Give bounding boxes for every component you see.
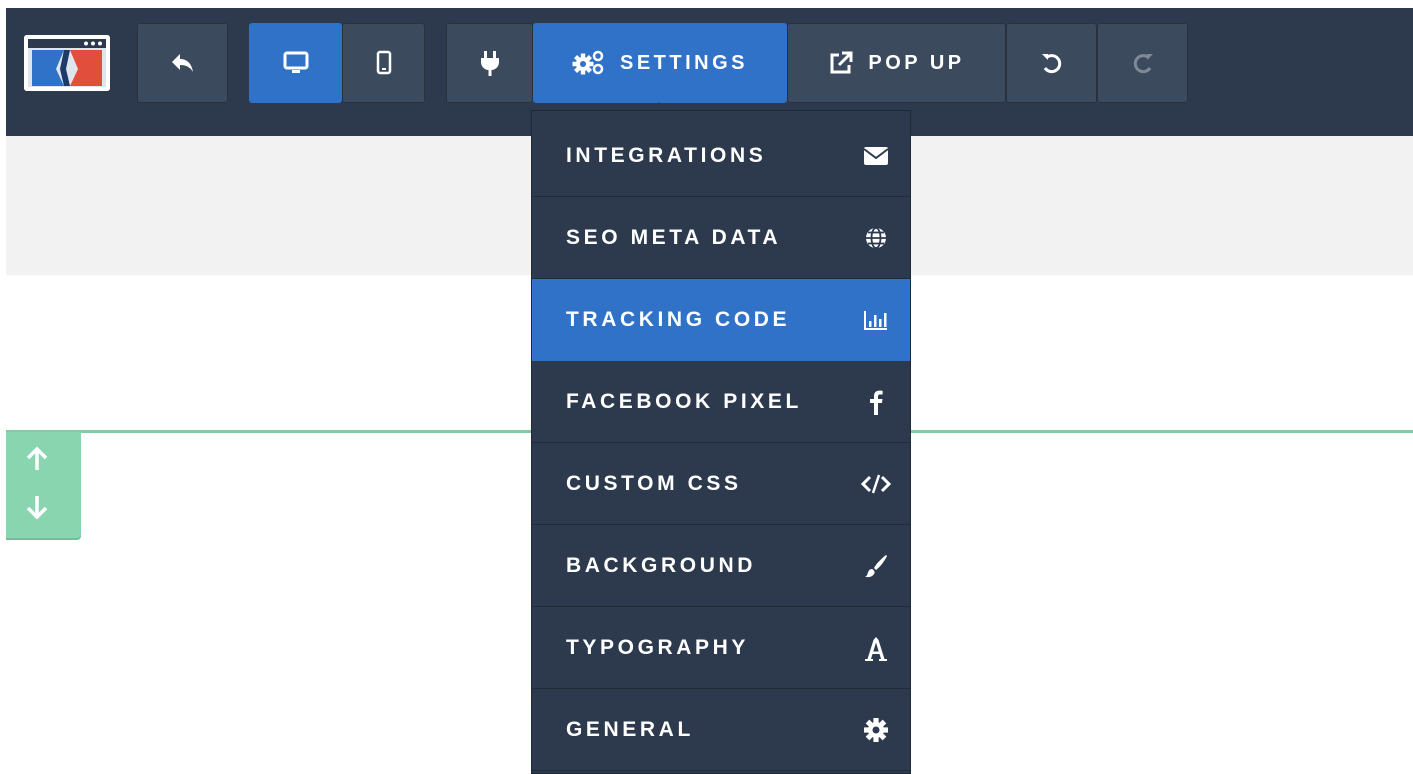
mobile-phone-icon bbox=[376, 50, 391, 75]
popup-button[interactable]: POP UP bbox=[787, 23, 1006, 103]
menu-item-typography[interactable]: TYPOGRAPHY bbox=[532, 607, 910, 689]
font-icon bbox=[860, 632, 892, 664]
menu-item-label: INTEGRATIONS bbox=[566, 143, 767, 167]
code-icon bbox=[860, 468, 892, 500]
menu-item-label: TYPOGRAPHY bbox=[566, 635, 750, 659]
reply-arrow-icon bbox=[171, 54, 193, 72]
arrow-up-icon[interactable] bbox=[25, 446, 49, 472]
menu-item-label: GENERAL bbox=[566, 717, 694, 741]
menu-item-label: CUSTOM CSS bbox=[566, 471, 742, 495]
globe-icon bbox=[860, 222, 892, 254]
menu-item-label: BACKGROUND bbox=[566, 553, 756, 577]
menu-item-background[interactable]: BACKGROUND bbox=[532, 525, 910, 607]
external-link-icon bbox=[830, 51, 853, 74]
plugins-button[interactable] bbox=[446, 23, 533, 103]
desktop-icon bbox=[283, 51, 308, 73]
app-logo[interactable] bbox=[24, 35, 110, 91]
menu-item-integrations[interactable]: INTEGRATIONS bbox=[532, 115, 910, 197]
desktop-view-button[interactable] bbox=[249, 23, 342, 103]
plug-icon bbox=[480, 51, 499, 76]
arrow-down-icon[interactable] bbox=[25, 494, 49, 520]
gear-icon bbox=[860, 714, 892, 746]
menu-item-label: SEO META DATA bbox=[566, 225, 782, 249]
undo-button[interactable] bbox=[1006, 23, 1097, 103]
redo-icon bbox=[1133, 54, 1153, 74]
clickfunnels-logo-icon bbox=[24, 35, 110, 91]
facebook-icon bbox=[860, 386, 892, 418]
back-button[interactable] bbox=[137, 23, 228, 103]
menu-item-facebook-pixel[interactable]: FACEBOOK PIXEL bbox=[532, 361, 910, 443]
menu-item-custom-css[interactable]: CUSTOM CSS bbox=[532, 443, 910, 525]
undo-icon bbox=[1041, 54, 1061, 74]
paintbrush-icon bbox=[860, 550, 892, 582]
settings-button[interactable]: SETTINGS bbox=[533, 23, 787, 103]
menu-item-label: FACEBOOK PIXEL bbox=[566, 389, 802, 413]
menu-item-label: TRACKING CODE bbox=[566, 307, 791, 331]
bar-chart-icon bbox=[860, 304, 892, 336]
top-border bbox=[0, 0, 1413, 8]
menu-item-seo-meta-data[interactable]: SEO META DATA bbox=[532, 197, 910, 279]
gears-icon bbox=[572, 50, 604, 75]
mobile-view-button[interactable] bbox=[342, 23, 425, 103]
settings-dropdown-menu: INTEGRATIONS SEO META DATA TRACKING CODE bbox=[531, 110, 911, 774]
envelope-icon bbox=[860, 140, 892, 172]
section-move-handle[interactable] bbox=[6, 432, 81, 538]
settings-label: SETTINGS bbox=[619, 51, 748, 74]
menu-item-tracking-code[interactable]: TRACKING CODE bbox=[532, 279, 910, 361]
redo-button[interactable] bbox=[1097, 23, 1188, 103]
popup-label: POP UP bbox=[868, 51, 965, 74]
menu-item-general[interactable]: GENERAL bbox=[532, 689, 910, 771]
